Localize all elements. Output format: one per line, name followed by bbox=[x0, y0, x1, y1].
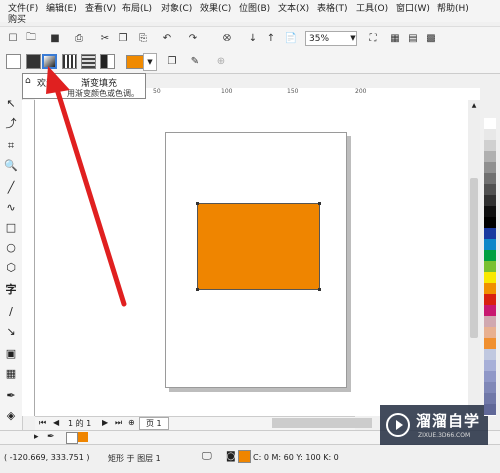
new-document-icon[interactable]: ☐ bbox=[6, 31, 20, 45]
cut-icon[interactable]: ✂ bbox=[98, 31, 112, 45]
artistic-media-icon[interactable]: ∿ bbox=[4, 201, 18, 215]
uniform-fill-button[interactable] bbox=[26, 54, 41, 69]
zoom-tool-icon[interactable]: 🔍 bbox=[4, 159, 18, 173]
copy-fill-icon[interactable]: ❐ bbox=[165, 54, 179, 68]
watermark-title: 溜溜自学 bbox=[416, 412, 481, 430]
home-icon: ⌂ bbox=[25, 76, 31, 86]
show-grid-icon[interactable]: ▤ bbox=[406, 31, 420, 45]
red-arrow-annotation bbox=[46, 66, 127, 307]
vertical-scroll-thumb[interactable] bbox=[470, 178, 478, 338]
connector-tool-icon[interactable]: ↘ bbox=[4, 325, 18, 339]
color-dropdown-icon[interactable]: ▼ bbox=[143, 53, 157, 71]
selection-handle[interactable] bbox=[196, 202, 199, 205]
print-icon[interactable]: ⎙ bbox=[72, 31, 86, 45]
selected-object-info: 矩形 于 图层 1 bbox=[108, 454, 161, 463]
selection-handle[interactable] bbox=[196, 288, 199, 291]
no-color-swatch[interactable] bbox=[66, 432, 78, 444]
menu-buy[interactable]: 购买 bbox=[8, 12, 26, 25]
standard-toolbar: ☐ 🗀 ■ ⎙ ✂ ❐ ⎘ ↶ ↷ ⭙ ↓ ↑ 📄 35% ▼ ⛶ ▦ ▤ ▩ bbox=[0, 26, 500, 52]
save-icon[interactable]: ■ bbox=[48, 31, 62, 45]
crop-tool-icon[interactable]: ⌗ bbox=[4, 139, 18, 153]
menu-text[interactable]: 文本(X) bbox=[278, 1, 309, 14]
fill-bucket-icon: ◙ bbox=[226, 451, 236, 462]
ruler-tick: 50 bbox=[153, 88, 161, 95]
drop-shadow-icon[interactable]: ▣ bbox=[4, 347, 18, 361]
menu-object[interactable]: 对象(C) bbox=[161, 1, 192, 14]
page-tab[interactable]: 页 1 bbox=[139, 417, 169, 430]
scroll-up-icon[interactable]: ▲ bbox=[470, 102, 478, 110]
last-page-icon[interactable]: ⏭ bbox=[115, 418, 122, 428]
rectangle-tool-icon[interactable]: □ bbox=[4, 221, 18, 235]
toolbox: ↖ ⤴ ⌗ 🔍 ╱ ∿ □ ○ ⬡ 字 ∕ ↘ ▣ ▦ ✒ ◈ bbox=[0, 73, 23, 433]
show-rulers-icon[interactable]: ▦ bbox=[388, 31, 402, 45]
previous-page-icon[interactable]: ◀ bbox=[53, 418, 59, 427]
copy-icon[interactable]: ❐ bbox=[116, 31, 130, 45]
menu-tools[interactable]: 工具(O) bbox=[356, 1, 388, 14]
ruler-tick: 100 bbox=[221, 88, 233, 95]
selection-handle[interactable] bbox=[318, 288, 321, 291]
polygon-tool-icon[interactable]: ⬡ bbox=[4, 261, 18, 275]
ellipse-tool-icon[interactable]: ○ bbox=[4, 241, 18, 255]
orange-rectangle[interactable] bbox=[196, 202, 321, 291]
fill-status-swatch[interactable] bbox=[238, 450, 251, 463]
play-triangle-icon bbox=[396, 420, 403, 430]
watermark-url: ZIXUE.3D66.COM bbox=[418, 432, 471, 439]
menu-layout[interactable]: 布局(L) bbox=[122, 1, 152, 14]
menu-bitmap[interactable]: 位图(B) bbox=[239, 1, 270, 14]
ruler-tick: 150 bbox=[287, 88, 299, 95]
menu-window[interactable]: 窗口(W) bbox=[396, 1, 430, 14]
menu-edit[interactable]: 编辑(E) bbox=[46, 1, 77, 14]
vertical-ruler[interactable] bbox=[22, 100, 35, 416]
shape-tool-icon[interactable]: ⤴ bbox=[4, 117, 18, 131]
selection-handle[interactable] bbox=[318, 202, 321, 205]
parallel-dimension-icon[interactable]: ∕ bbox=[4, 305, 18, 319]
cursor-coordinates: ( -120.669, 333.751 ) bbox=[4, 453, 90, 462]
interactive-fill-icon[interactable]: ◈ bbox=[4, 409, 18, 423]
transparency-tool-icon[interactable]: ▦ bbox=[4, 367, 18, 381]
undo-icon[interactable]: ↶ bbox=[160, 31, 174, 45]
add-page-icon[interactable]: ⊕ bbox=[128, 418, 135, 427]
export-icon[interactable]: ↑ bbox=[264, 31, 278, 45]
first-page-icon[interactable]: ⏮ bbox=[39, 418, 46, 428]
no-fill-button[interactable] bbox=[6, 54, 21, 69]
status-bar: ( -120.669, 333.751 ) 矩形 于 图层 1 🖵 ◙ C: 0… bbox=[0, 444, 500, 473]
palette-swatch[interactable] bbox=[484, 404, 496, 416]
palette-menu-icon[interactable]: ▸ bbox=[34, 432, 39, 442]
watermark: 溜溜自学 ZIXUE.3D66.COM bbox=[380, 405, 488, 445]
edit-fill-icon[interactable]: ✎ bbox=[188, 54, 202, 68]
pdf-icon[interactable]: 📄 bbox=[284, 31, 298, 45]
search-content-icon[interactable]: ⭙ bbox=[220, 31, 234, 45]
menu-table[interactable]: 表格(T) bbox=[317, 1, 348, 14]
eyedropper-tool-icon[interactable]: ✒ bbox=[4, 389, 18, 403]
full-screen-icon[interactable]: ⛶ bbox=[366, 31, 380, 45]
ruler-tick: 200 bbox=[355, 88, 367, 95]
menu-view[interactable]: 查看(V) bbox=[85, 1, 116, 14]
fill-color-values: C: 0 M: 60 Y: 100 K: 0 bbox=[253, 453, 339, 462]
add-icon[interactable]: ⊕ bbox=[214, 54, 228, 68]
zoom-dropdown-icon[interactable]: ▼ bbox=[349, 32, 357, 45]
menu-bar: 文件(F) 编辑(E) 查看(V) 布局(L) 对象(C) 效果(C) 位图(B… bbox=[0, 0, 500, 25]
text-tool-icon[interactable]: 字 bbox=[4, 283, 18, 297]
color-proof-icon[interactable]: 🖵 bbox=[202, 451, 212, 462]
freehand-tool-icon[interactable]: ╱ bbox=[4, 181, 18, 195]
paste-icon[interactable]: ⎘ bbox=[136, 31, 150, 45]
open-folder-icon[interactable]: 🗀 bbox=[24, 31, 38, 45]
pick-tool-icon[interactable]: ↖ bbox=[4, 97, 18, 111]
menu-effects[interactable]: 效果(C) bbox=[200, 1, 231, 14]
eyedropper-icon[interactable]: ✒ bbox=[47, 432, 55, 442]
snap-to-icon[interactable]: ▩ bbox=[424, 31, 438, 45]
page-info: 1 的 1 bbox=[68, 419, 92, 428]
next-page-icon[interactable]: ▶ bbox=[102, 418, 108, 427]
menu-help[interactable]: 帮助(H) bbox=[437, 1, 469, 14]
redo-icon[interactable]: ↷ bbox=[186, 31, 200, 45]
document-color-swatch[interactable] bbox=[78, 432, 88, 442]
import-icon[interactable]: ↓ bbox=[246, 31, 260, 45]
horizontal-scroll-thumb[interactable] bbox=[272, 418, 372, 428]
